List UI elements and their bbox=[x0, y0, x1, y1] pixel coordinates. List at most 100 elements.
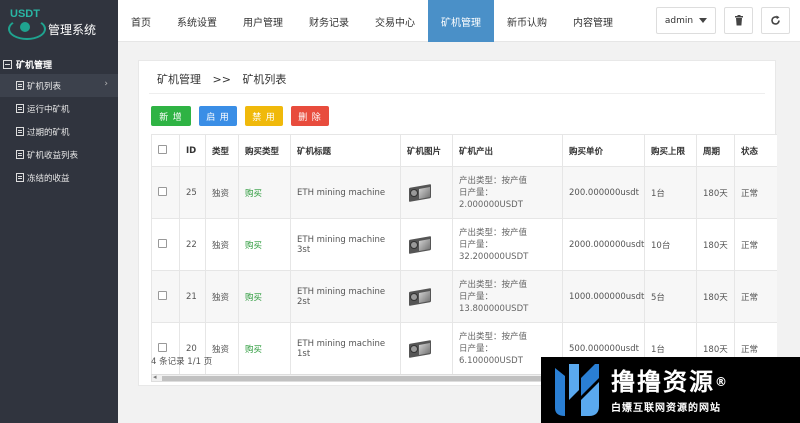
daily-output: 日产量：32.200000USDT bbox=[459, 239, 529, 262]
miner-image[interactable] bbox=[407, 286, 433, 308]
cell-status: 正常 bbox=[734, 218, 777, 271]
cell-buy-type: 购买 bbox=[238, 322, 291, 375]
cell-cycle: 180天 bbox=[696, 166, 735, 219]
tab-new-coin-subscription[interactable]: 新币认购 bbox=[494, 0, 560, 42]
row-checkbox[interactable] bbox=[158, 290, 167, 300]
cell-cycle: 180天 bbox=[696, 218, 735, 271]
cell-buy-type: 购买 bbox=[238, 218, 291, 271]
header-cycle: 周期 bbox=[696, 134, 735, 167]
cell-title: ETH mining machine 3st bbox=[290, 218, 401, 271]
table-row[interactable]: 25 独资 购买 ETH mining machine 产出类型：按产值 日产量… bbox=[151, 166, 777, 219]
miner-table-container: ID 类型 购买类型 矿机标题 矿机图片 矿机产出 购买单价 购买上限 周期 状… bbox=[151, 134, 777, 375]
header-price: 购买单价 bbox=[562, 134, 645, 167]
refresh-button[interactable] bbox=[761, 7, 790, 34]
breadcrumb-parent[interactable]: 矿机管理 bbox=[157, 73, 201, 86]
cell-title: ETH mining machine bbox=[290, 166, 401, 219]
header-select-all bbox=[151, 134, 180, 167]
header-output: 矿机产出 bbox=[452, 134, 563, 167]
cell-limit: 10台 bbox=[644, 218, 697, 271]
disable-button[interactable]: 禁 用 bbox=[245, 106, 283, 126]
sidebar-group-header[interactable]: 矿机管理 bbox=[0, 54, 118, 74]
divider bbox=[149, 93, 765, 94]
cell-title: ETH mining machine 2st bbox=[290, 270, 401, 323]
header-status: 状态 bbox=[734, 134, 777, 167]
scrollbar-thumb[interactable] bbox=[162, 376, 582, 381]
row-select-cell bbox=[151, 166, 180, 219]
breadcrumb-current: 矿机列表 bbox=[242, 73, 287, 86]
sidebar-item-label: 过期的矿机 bbox=[27, 127, 70, 138]
tab-system-settings[interactable]: 系统设置 bbox=[164, 0, 230, 42]
delete-button[interactable]: 删 除 bbox=[291, 106, 329, 126]
breadcrumb-separator: >> bbox=[212, 73, 231, 86]
user-name: admin bbox=[664, 15, 694, 26]
table-header-row: ID 类型 购买类型 矿机标题 矿机图片 矿机产出 购买单价 购买上限 周期 状… bbox=[151, 134, 777, 167]
row-checkbox[interactable] bbox=[158, 238, 167, 248]
usdt-logo-icon: USDT bbox=[8, 6, 46, 40]
app-logo[interactable]: USDT 管理系统 bbox=[0, 0, 118, 46]
sidebar-item-expired-miners[interactable]: 过期的矿机 bbox=[0, 120, 118, 143]
breadcrumb: 矿机管理 >> 矿机列表 bbox=[157, 71, 286, 87]
sidebar-item-miner-income[interactable]: 矿机收益列表 bbox=[0, 143, 118, 166]
header-type: 类型 bbox=[205, 134, 239, 167]
trash-icon bbox=[734, 15, 743, 26]
row-select-cell bbox=[151, 218, 180, 271]
cell-output: 产出类型：按产值 日产量：32.200000USDT bbox=[452, 218, 563, 271]
miner-image[interactable] bbox=[407, 234, 433, 256]
watermark-title-text: 撸撸资源 bbox=[611, 367, 715, 396]
row-checkbox[interactable] bbox=[158, 342, 167, 352]
cell-image bbox=[400, 166, 453, 219]
cell-limit: 5台 bbox=[644, 270, 697, 323]
tab-miner-management[interactable]: 矿机管理 bbox=[428, 0, 494, 42]
document-icon bbox=[16, 81, 24, 90]
cell-image bbox=[400, 322, 453, 375]
sidebar-item-running-miners[interactable]: 运行中矿机 bbox=[0, 97, 118, 120]
registered-mark: ® bbox=[715, 374, 729, 389]
row-checkbox[interactable] bbox=[158, 186, 167, 196]
output-type: 产出类型：按产值 bbox=[459, 175, 528, 186]
sidebar-item-miner-list[interactable]: 矿机列表 › bbox=[0, 74, 118, 97]
cell-price: 2000.000000usdt bbox=[562, 218, 645, 271]
header-image: 矿机图片 bbox=[400, 134, 453, 167]
clear-cache-button[interactable] bbox=[724, 7, 753, 34]
document-icon bbox=[16, 127, 24, 136]
document-icon bbox=[16, 173, 24, 182]
output-type: 产出类型：按产值 bbox=[459, 227, 528, 238]
miner-image[interactable] bbox=[407, 182, 433, 204]
output-type: 产出类型：按产值 bbox=[459, 279, 528, 290]
sidebar: USDT 管理系统 矿机管理 矿机列表 › 运行中矿机 过期的矿机 矿机收益列表 bbox=[0, 0, 118, 423]
cell-output: 产出类型：按产值 日产量：2.000000USDT bbox=[452, 166, 563, 219]
table-row[interactable]: 21 独资 购买 ETH mining machine 2st 产出类型：按产值… bbox=[151, 270, 777, 323]
cell-buy-type: 购买 bbox=[238, 166, 291, 219]
select-all-checkbox[interactable] bbox=[158, 144, 167, 154]
tab-content-management[interactable]: 内容管理 bbox=[560, 0, 626, 42]
tab-finance-records[interactable]: 财务记录 bbox=[296, 0, 362, 42]
tab-trade-center[interactable]: 交易中心 bbox=[362, 0, 428, 42]
cell-price: 1000.000000usdt bbox=[562, 270, 645, 323]
watermark-text: 撸撸资源® 白嫖互联网资源的网站 bbox=[611, 367, 729, 414]
add-button[interactable]: 新 增 bbox=[151, 106, 191, 126]
table-row[interactable]: 22 独资 购买 ETH mining machine 3st 产出类型：按产值… bbox=[151, 218, 777, 271]
cell-status: 正常 bbox=[734, 270, 777, 323]
sidebar-item-frozen-income[interactable]: 冻结的收益 bbox=[0, 166, 118, 189]
header-buy-type: 购买类型 bbox=[238, 134, 291, 167]
navbar-actions: admin bbox=[656, 7, 790, 34]
watermark-banner: 撸撸资源® 白嫖互联网资源的网站 bbox=[541, 357, 800, 423]
scroll-left-icon[interactable]: ◂ bbox=[153, 373, 157, 381]
header-limit: 购买上限 bbox=[644, 134, 697, 167]
cell-id: 21 bbox=[179, 270, 206, 323]
miner-image[interactable] bbox=[407, 338, 433, 360]
watermark-subtitle: 白嫖互联网资源的网站 bbox=[611, 402, 721, 414]
cell-id: 22 bbox=[179, 218, 206, 271]
header-id[interactable]: ID bbox=[179, 134, 206, 167]
tab-user-management[interactable]: 用户管理 bbox=[230, 0, 296, 42]
cell-type: 独资 bbox=[205, 166, 239, 219]
app-title: 管理系统 bbox=[48, 22, 97, 37]
user-menu-button[interactable]: admin bbox=[656, 7, 716, 34]
daily-output: 日产量：2.000000USDT bbox=[459, 187, 523, 210]
sidebar-group-miner: 矿机管理 矿机列表 › 运行中矿机 过期的矿机 矿机收益列表 冻结的收益 bbox=[0, 54, 118, 189]
sidebar-item-label: 运行中矿机 bbox=[27, 104, 70, 115]
enable-button[interactable]: 启 用 bbox=[199, 106, 237, 126]
sidebar-group-label: 矿机管理 bbox=[16, 60, 53, 71]
tab-home[interactable]: 首页 bbox=[118, 0, 164, 42]
miner-table: ID 类型 购买类型 矿机标题 矿机图片 矿机产出 购买单价 购买上限 周期 状… bbox=[151, 134, 777, 375]
